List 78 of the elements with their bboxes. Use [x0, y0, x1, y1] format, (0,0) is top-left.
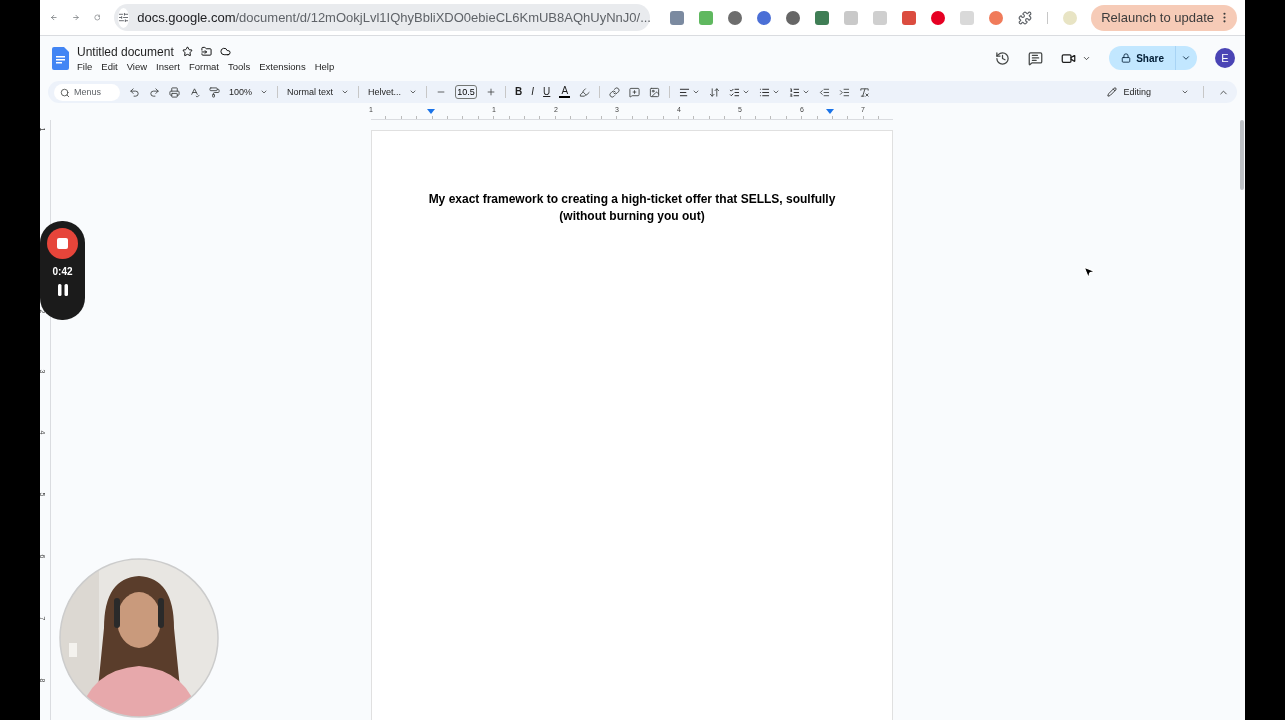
pencil-icon[interactable]	[1107, 87, 1118, 97]
align-icon[interactable]	[679, 86, 691, 98]
mouse-cursor-icon	[1082, 265, 1096, 279]
caret-icon[interactable]	[260, 88, 269, 96]
caret-icon[interactable]	[409, 88, 418, 96]
pause-icon[interactable]	[57, 284, 68, 296]
caret-icon[interactable]	[1181, 53, 1191, 63]
menu-item[interactable]: File	[77, 60, 93, 72]
extension-icon[interactable]	[931, 10, 946, 25]
menu-item[interactable]: Edit	[101, 60, 118, 72]
menu-item[interactable]: Help	[314, 60, 335, 72]
undo-icon[interactable]	[129, 86, 140, 98]
extension-icon[interactable]	[728, 10, 743, 25]
menu-item[interactable]: Format	[188, 60, 219, 72]
history-icon[interactable]	[995, 50, 1011, 66]
lock-icon	[1121, 53, 1132, 63]
spellcheck-icon[interactable]	[189, 86, 200, 98]
caret-icon[interactable]	[1181, 88, 1189, 96]
docs-logo-icon[interactable]	[52, 46, 69, 70]
extensions-icon[interactable]	[1018, 10, 1033, 25]
increase-indent-icon[interactable]	[839, 86, 851, 98]
move-folder-icon[interactable]	[200, 46, 212, 57]
zoom-dropdown[interactable]: 100%	[229, 87, 269, 97]
relaunch-button[interactable]: Relaunch to update	[1091, 4, 1237, 31]
underline-button[interactable]: U	[543, 87, 551, 97]
menu-search-field[interactable]: Menus	[54, 83, 120, 101]
extension-icon[interactable]	[902, 10, 917, 25]
extension-icon[interactable]	[786, 10, 801, 25]
italic-button[interactable]: I	[531, 87, 535, 97]
numbered-list-icon[interactable]	[789, 86, 801, 98]
style-dropdown[interactable]: Normal text	[287, 87, 350, 97]
caret-icon[interactable]	[742, 88, 751, 96]
address-bar[interactable]: docs.google.com/document/d/12mOokjLvl1IQhyBbliXDO0ebieCL6KmUB8AQhUyNnJ0/...	[114, 4, 651, 31]
highlighter-icon[interactable]	[579, 86, 591, 98]
bullet-list-icon[interactable]	[759, 86, 771, 98]
font-dropdown[interactable]: Helvet...	[368, 87, 418, 97]
document-heading: My exact framework to creating a high-ticket offer that SELLS, soulfully (without burning you out)	[428, 191, 836, 225]
font-size-field[interactable]: 10.5	[455, 85, 478, 99]
cloud-icon[interactable]	[219, 46, 231, 57]
bold-button[interactable]: B	[515, 87, 523, 97]
scrollbar-thumb[interactable]	[1240, 120, 1244, 190]
caret-icon[interactable]	[692, 88, 701, 96]
extension-icon[interactable]	[757, 10, 772, 25]
menu-item[interactable]: Tools	[227, 60, 251, 72]
add-comment-icon[interactable]	[629, 86, 641, 98]
caret-icon[interactable]	[772, 88, 781, 96]
clear-formatting-icon[interactable]	[859, 86, 871, 98]
site-info-icon[interactable]	[118, 12, 130, 23]
print-icon[interactable]	[169, 86, 180, 98]
increase-size-icon[interactable]	[486, 87, 497, 97]
star-icon[interactable]	[181, 46, 193, 57]
checklist-icon[interactable]	[729, 86, 741, 98]
menu-item[interactable]: Insert	[156, 60, 180, 72]
menu-item[interactable]: View	[126, 60, 148, 72]
search-icon	[60, 87, 70, 98]
decrease-indent-icon[interactable]	[819, 86, 831, 98]
recording-time: 0:42	[52, 266, 73, 277]
caret-icon[interactable]	[802, 88, 811, 96]
line-spacing-icon[interactable]	[709, 86, 721, 98]
indent-marker[interactable]	[826, 109, 834, 114]
paint-format-icon[interactable]	[209, 86, 220, 98]
image-icon[interactable]	[649, 86, 661, 98]
share-button[interactable]: Share	[1109, 46, 1197, 70]
indent-marker[interactable]	[427, 109, 435, 114]
extension-icon[interactable]	[670, 10, 685, 25]
account-avatar[interactable]: E	[1215, 48, 1235, 68]
stop-button[interactable]	[47, 228, 78, 259]
url-text: docs.google.com/document/d/12mOokjLvl1IQhyBbliXDO0ebieCL6KmUB8AQhUyNnJ0/...	[137, 10, 651, 25]
comments-icon[interactable]	[1028, 50, 1044, 66]
redo-icon[interactable]	[149, 86, 160, 98]
mode-dropdown[interactable]: Editing	[1107, 87, 1189, 97]
link-icon[interactable]	[609, 86, 621, 98]
text-color-button[interactable]: A	[559, 86, 571, 98]
document-title[interactable]: Untitled document	[77, 44, 174, 59]
menu-item[interactable]: Extensions	[259, 60, 306, 72]
extension-icon[interactable]	[989, 10, 1004, 25]
extension-icon[interactable]	[815, 10, 830, 25]
caret-icon[interactable]	[341, 88, 350, 96]
